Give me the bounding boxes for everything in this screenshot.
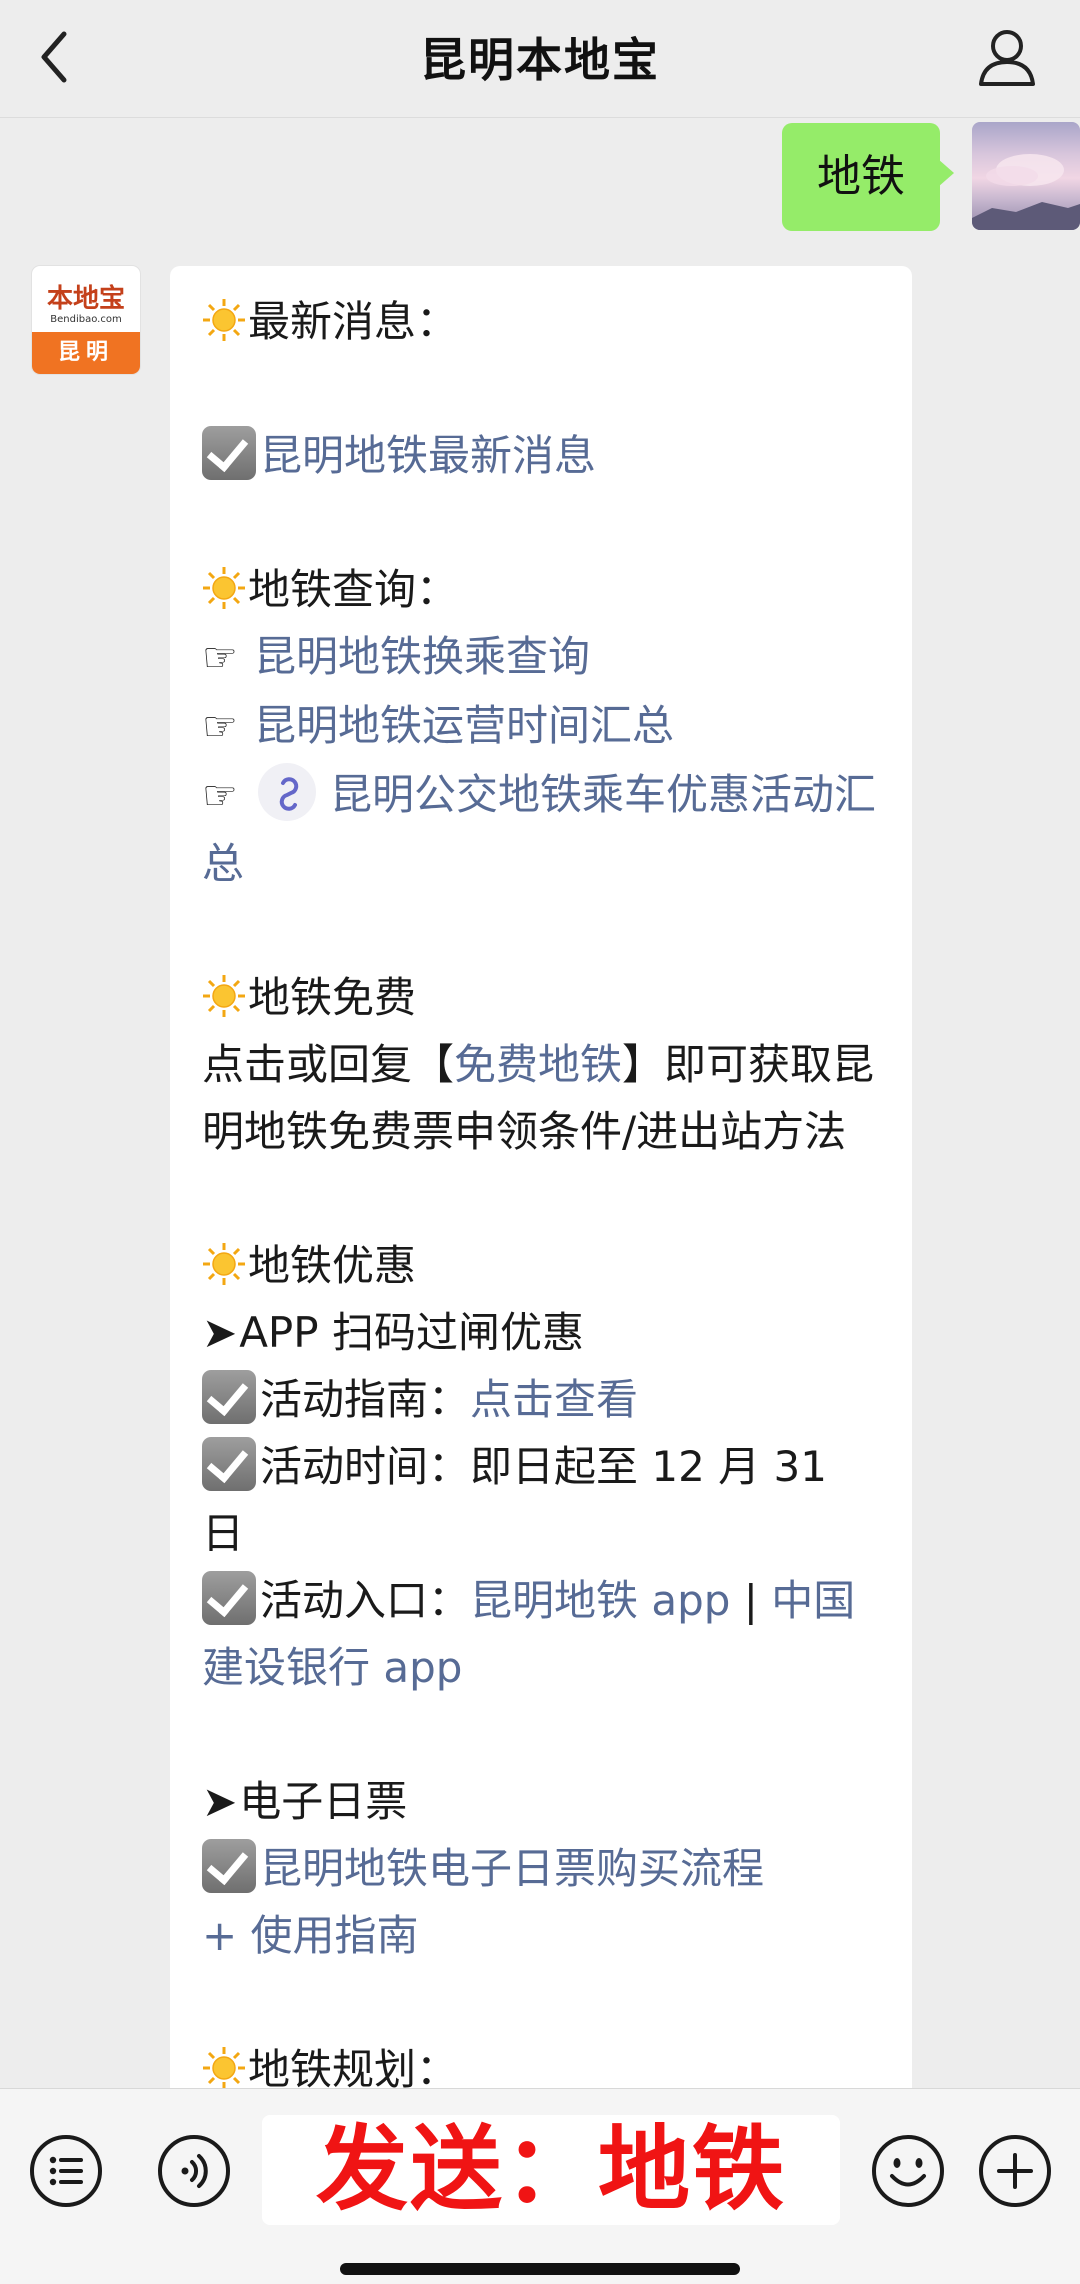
plus-icon <box>979 2135 1051 2207</box>
page-title: 昆明本地宝 <box>420 33 660 87</box>
latest-news-link-row[interactable]: 昆明地铁最新消息 <box>202 422 882 489</box>
sun-icon <box>203 567 245 609</box>
checkbox-icon <box>202 1370 256 1424</box>
link-transfer-query[interactable]: 昆明地铁换乘查询 <box>254 632 590 681</box>
landscape-image-icon <box>972 154 1080 230</box>
free-ticket-paragraph: 点击或回复【免费地铁】即可获取昆明地铁免费票申领条件/进出站方法 <box>202 1040 875 1156</box>
checkbox-icon <box>202 1571 256 1625</box>
section-heading-day-ticket: ➤电子日票 <box>202 1768 882 1835</box>
sun-icon <box>203 1243 245 1285</box>
menu-icon <box>30 2135 102 2207</box>
pointing-hand-icon: ☞ <box>202 773 238 819</box>
voice-icon <box>158 2135 230 2207</box>
link-free-metro[interactable]: 免费地铁 <box>454 1040 622 1089</box>
avatar-city-label: 昆明 <box>32 332 140 374</box>
pointing-hand-icon: ☞ <box>202 704 238 750</box>
profile-button[interactable] <box>972 22 1042 92</box>
emoji-icon <box>872 2135 944 2207</box>
checkbox-icon <box>202 426 256 480</box>
discount-guide-row: 活动指南：点击查看 <box>202 1366 882 1433</box>
section-heading-plan: 地铁规划： <box>202 2036 882 2088</box>
bottom-input-bar: 发送：地铁 <box>0 2088 1080 2284</box>
pointing-hand-icon: ☞ <box>202 635 238 681</box>
section-heading-latest: 最新消息： <box>202 288 882 355</box>
header-bar: 昆明本地宝 <box>0 0 1080 118</box>
home-indicator <box>340 2263 740 2275</box>
day-ticket-guide-row[interactable]: + 使用指南 <box>202 1902 882 1969</box>
bot-message-bubble: 最新消息： 昆明地铁最新消息 地铁查询： ☞ 昆明地铁换乘查询 ☞ 昆明地铁运营时间… <box>170 266 912 2088</box>
menu-button[interactable] <box>26 2131 106 2211</box>
sun-icon <box>203 975 245 1017</box>
discount-subheading: ➤APP 扫码过闸优惠 <box>202 1299 882 1366</box>
message-input[interactable]: 发送：地铁 <box>262 2115 840 2225</box>
official-account-avatar[interactable]: 本地宝 Bendibao.com 昆明 <box>32 266 140 374</box>
query-link-row[interactable]: ☞ 昆明地铁运营时间汇总 <box>202 692 882 761</box>
user-message-text: 地铁 <box>817 151 905 202</box>
avatar-logo-text: 本地宝 <box>46 284 125 314</box>
day-ticket-link-row[interactable]: 昆明地铁电子日票购买流程 <box>202 1835 882 1902</box>
mini-program-link-icon <box>258 763 316 821</box>
user-message-bubble[interactable]: 地铁 <box>782 123 954 231</box>
query-link-row[interactable]: ☞ 昆明公交地铁乘车优惠活动汇总 <box>202 761 882 897</box>
arrowhead-icon: ➤ <box>202 1308 238 1357</box>
user-avatar[interactable] <box>972 122 1080 230</box>
query-link-row[interactable]: ☞ 昆明地铁换乘查询 <box>202 623 882 692</box>
link-usage-guide[interactable]: + 使用指南 <box>202 1911 419 1960</box>
section-heading-query: 地铁查询： <box>202 556 882 623</box>
sun-icon <box>203 299 245 341</box>
discount-time-row: 活动时间：即日起至 12 月 31 日 <box>202 1433 882 1567</box>
avatar-logo-url: Bendibao.com <box>50 314 122 325</box>
voice-button[interactable] <box>154 2131 234 2211</box>
discount-entry-row: 活动入口：昆明地铁 app | 中国建设银行 app <box>202 1567 882 1701</box>
more-button[interactable] <box>975 2131 1055 2211</box>
link-day-ticket-purchase[interactable]: 昆明地铁电子日票购买流程 <box>260 1844 764 1893</box>
link-operating-hours[interactable]: 昆明地铁运营时间汇总 <box>254 701 674 750</box>
chat-area[interactable]: 地铁 本地宝 Bendibao.com 昆明 最新消息： 昆明地铁最新消息 地铁… <box>0 118 1080 2088</box>
user-icon <box>979 30 1035 86</box>
sun-icon <box>203 2047 245 2088</box>
arrowhead-icon: ➤ <box>202 1777 238 1826</box>
section-heading-discount: 地铁优惠 <box>202 1232 882 1299</box>
link-latest-news[interactable]: 昆明地铁最新消息 <box>260 431 596 480</box>
link-metro-app[interactable]: 昆明地铁 app <box>470 1576 730 1625</box>
section-heading-free: 地铁免费 <box>202 964 882 1031</box>
checkbox-icon <box>202 1437 256 1491</box>
wechat-chat-screen: 昆明本地宝 地铁 本地宝 Bendibao.com 昆明 最新消息： 昆明地铁最… <box>0 0 1080 2284</box>
emoji-button[interactable] <box>868 2131 948 2211</box>
checkbox-icon <box>202 1839 256 1893</box>
link-view-guide[interactable]: 点击查看 <box>470 1375 638 1424</box>
